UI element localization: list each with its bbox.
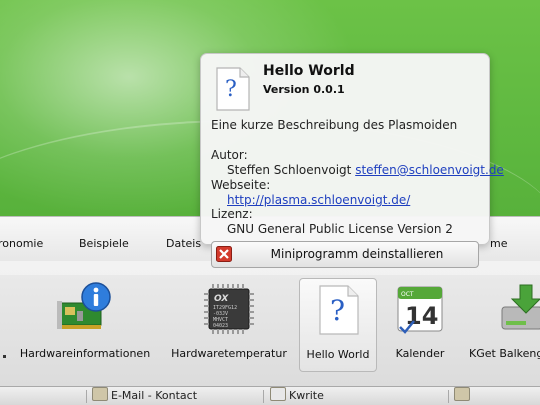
mail-icon (92, 387, 108, 401)
applet-hardwaretemperatur[interactable]: OX IT29FG12 -03JV MHVCT 04023 Hardwarete… (160, 275, 298, 371)
chip-line-4: 04023 (213, 323, 228, 329)
calendar-month: OCT (401, 291, 414, 298)
taskbar-item-partial[interactable] (454, 387, 470, 405)
taskbar-item-label: E-Mail - Kontact (111, 389, 198, 402)
applet-kget[interactable]: KGet Balkeng (464, 275, 540, 371)
chip-temperature-icon: OX IT29FG12 -03JV MHVCT 04023 (201, 281, 257, 337)
author-label: Autor: (211, 148, 248, 162)
applet-partial-left[interactable] (0, 275, 10, 371)
taskbar-item-kontact[interactable]: E-Mail - Kontact (92, 387, 197, 405)
taskbar: E-Mail - Kontact Kwrite (0, 386, 540, 405)
partial-label-dot (3, 355, 6, 358)
tooltip-description: Eine kurze Beschreibung des Plasmoiden (211, 118, 458, 132)
applet-label: KGet Balkeng (469, 347, 540, 360)
svg-text:?: ? (225, 77, 237, 102)
author-name: Steffen Schloenvoigt (227, 163, 352, 177)
applet-label: Hardwareinformationen (19, 347, 151, 360)
website-label: Webseite: (211, 178, 271, 192)
applet-label: Kalender (395, 347, 445, 360)
author-email-link[interactable]: steffen@schloenvoigt.de (355, 163, 504, 177)
taskbar-separator (86, 390, 87, 403)
hardware-info-icon (57, 281, 113, 337)
category-more[interactable]: me (490, 237, 507, 250)
chip-logo-text: OX (214, 294, 229, 304)
applet-info-tooltip: ? Hello World Version 0.0.1 Eine kurze B… (200, 53, 504, 245)
taskbar-separator (263, 390, 264, 403)
question-document-icon: ? (310, 282, 366, 338)
uninstall-label: Miniprogramm deinstallieren (270, 247, 444, 261)
taskbar-item-kwrite[interactable]: Kwrite (270, 387, 324, 405)
category-beispiele[interactable]: Beispiele (79, 237, 129, 250)
applet-kalender[interactable]: OCT 14 Kalender (377, 275, 463, 371)
svg-text:?: ? (330, 294, 345, 327)
red-x-icon (216, 246, 232, 262)
tooltip-title: Hello World (263, 63, 355, 79)
kwrite-icon (270, 387, 286, 401)
question-document-icon: ? (214, 66, 252, 112)
app-icon (454, 387, 470, 401)
taskbar-separator (448, 390, 449, 403)
tooltip-version: Version 0.0.1 (263, 83, 345, 96)
author-line: Steffen Schloenvoigt steffen@schloenvoig… (227, 163, 504, 177)
applet-label: Hardwaretemperatur (171, 347, 287, 360)
applet-row: Hardwareinformationen OX IT29FG12 -03JV … (0, 275, 540, 387)
license-label: Lizenz: (211, 207, 253, 221)
category-dateisystem[interactable]: Dateis (166, 237, 201, 250)
calendar-icon: OCT 14 (392, 281, 448, 337)
kget-download-icon (498, 281, 540, 337)
category-astronomie[interactable]: ronomie (0, 237, 43, 250)
taskbar-item-label: Kwrite (289, 389, 324, 402)
applet-hello-world[interactable]: ? Hello World (299, 278, 377, 372)
applet-hardwareinformationen[interactable]: Hardwareinformationen (12, 275, 158, 371)
applet-label: Hello World (306, 348, 370, 361)
website-link[interactable]: http://plasma.schloenvoigt.de/ (227, 193, 410, 207)
license-name: GNU General Public License Version 2 (227, 222, 453, 236)
uninstall-button[interactable]: Miniprogramm deinstallieren (211, 241, 479, 268)
